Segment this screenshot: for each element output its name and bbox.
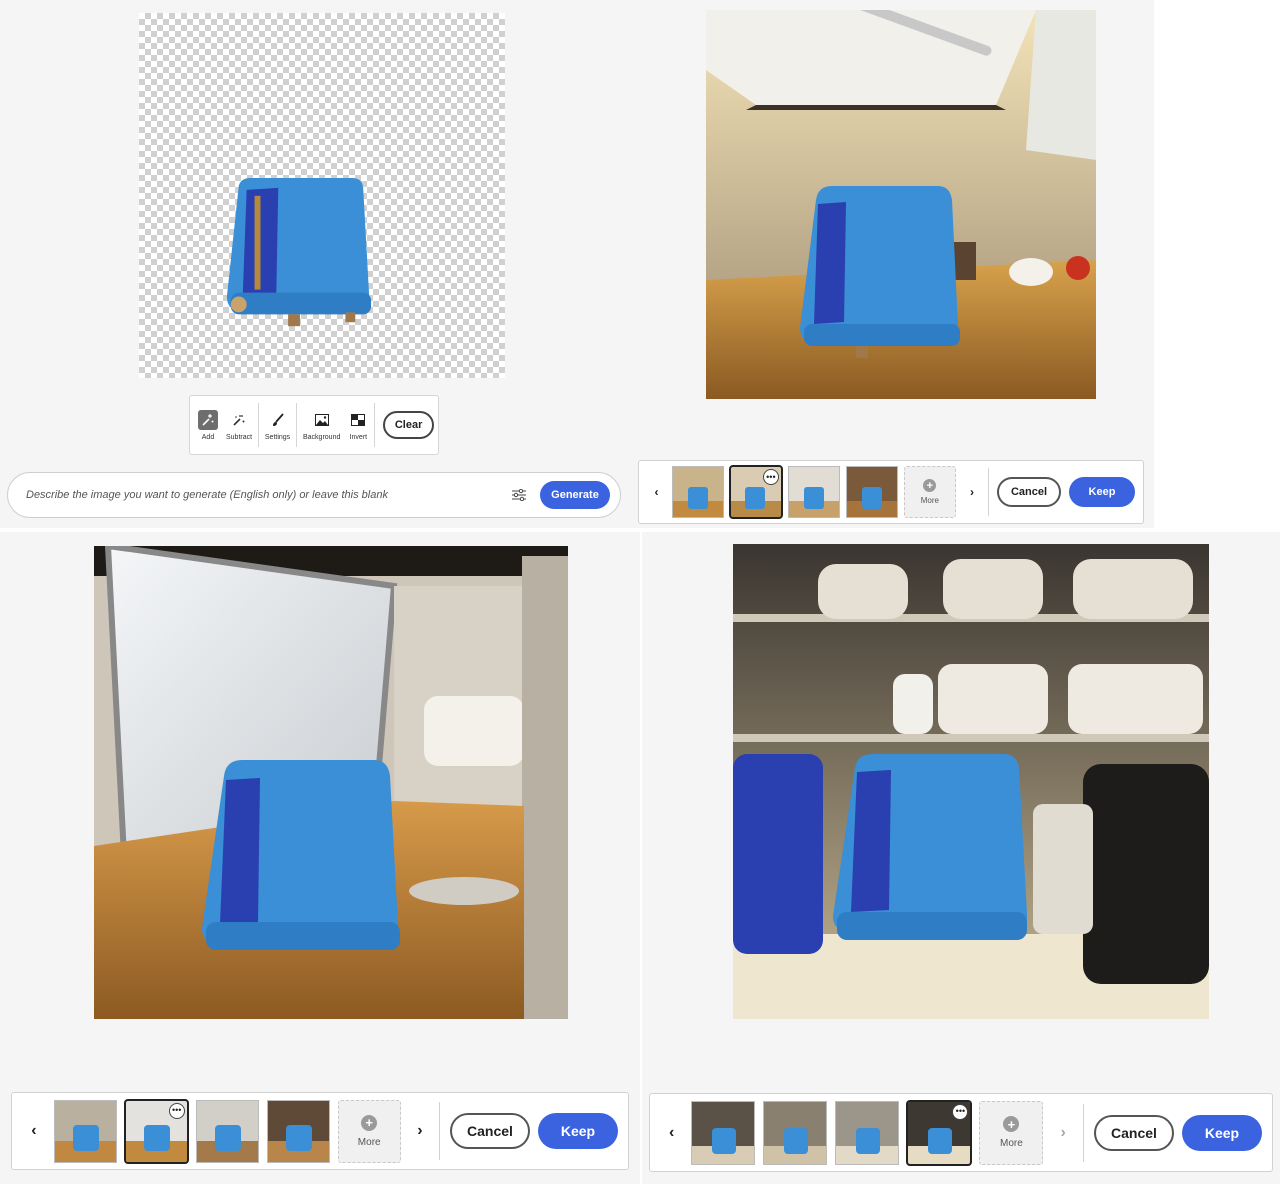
plus-icon: + xyxy=(923,479,937,492)
chevron-right-icon: › xyxy=(417,1122,423,1139)
prev-variation-button[interactable]: ‹ xyxy=(647,472,666,512)
cancel-button[interactable]: Cancel xyxy=(1094,1114,1174,1151)
more-label: More xyxy=(357,1136,381,1148)
tool-background-label: Background xyxy=(303,433,341,441)
variation-thumb-selected[interactable]: ••• xyxy=(728,465,783,519)
tool-add[interactable]: Add xyxy=(194,399,222,451)
variation-thumb-selected[interactable]: ••• xyxy=(906,1099,973,1166)
store-result-panel: ‹ ••• + More › Cancel Keep xyxy=(642,532,1280,1184)
camper-result-panel: ‹ ••• + More › Cancel Keep xyxy=(0,532,640,1184)
variation-thumb[interactable] xyxy=(53,1099,117,1163)
keep-button[interactable]: Keep xyxy=(1069,477,1135,507)
prompt-bar: Generate xyxy=(7,472,621,518)
generated-image-camper xyxy=(94,546,568,1019)
generated-image-store xyxy=(733,544,1209,1019)
variation-thumb[interactable] xyxy=(691,1100,756,1165)
more-label: More xyxy=(1000,1138,1023,1149)
more-options-icon[interactable]: ••• xyxy=(168,1102,185,1119)
next-variation-button[interactable]: › xyxy=(401,1107,439,1155)
variation-thumb[interactable] xyxy=(195,1099,259,1163)
variation-thumb[interactable] xyxy=(787,466,840,518)
tool-invert-label: Invert xyxy=(349,433,368,441)
add-selection-icon xyxy=(198,409,218,430)
plus-icon: + xyxy=(1003,1116,1020,1132)
toaster-cutout-image xyxy=(219,175,377,345)
sliders-icon[interactable] xyxy=(508,484,530,506)
bar-divider xyxy=(1083,1103,1084,1162)
variation-selector-bar: ‹ ••• + More › Cancel Keep xyxy=(11,1092,629,1170)
kitchen-result-panel: ‹ ••• + More › Cancel Keep xyxy=(628,0,1154,528)
variation-selector-bar: ‹ ••• + More › Cancel Keep xyxy=(638,460,1144,524)
tool-invert[interactable]: Invert xyxy=(344,399,372,451)
variation-selector-bar: ‹ ••• + More › Cancel Keep xyxy=(649,1093,1273,1172)
next-variation-button[interactable]: › xyxy=(956,472,988,512)
variation-thumb[interactable] xyxy=(835,1100,900,1165)
prompt-input[interactable] xyxy=(26,489,508,501)
subtract-selection-icon xyxy=(229,410,249,430)
chevron-right-icon: › xyxy=(969,485,974,499)
generated-image-kitchen xyxy=(706,10,1096,399)
variation-thumb[interactable] xyxy=(763,1100,828,1165)
tool-settings-label: Settings xyxy=(264,433,291,441)
tool-settings[interactable]: Settings xyxy=(261,399,294,451)
selection-tool-palette: Add Subtract Settings Background Invert … xyxy=(189,395,439,455)
more-variations-button[interactable]: + More xyxy=(337,1099,401,1163)
more-variations-button[interactable]: + More xyxy=(903,466,956,518)
more-variations-button[interactable]: + More xyxy=(979,1100,1044,1165)
tool-divider xyxy=(374,403,376,447)
chevron-left-icon: ‹ xyxy=(669,1123,675,1141)
variation-thumb-selected[interactable]: ••• xyxy=(123,1098,189,1164)
cancel-button[interactable]: Cancel xyxy=(450,1113,530,1149)
generate-button[interactable]: Generate xyxy=(540,481,610,509)
bar-divider xyxy=(439,1102,440,1160)
prev-variation-button[interactable]: ‹ xyxy=(660,1109,683,1157)
tool-subtract[interactable]: Subtract xyxy=(222,399,256,451)
chevron-right-icon: › xyxy=(1060,1123,1066,1141)
chevron-left-icon: ‹ xyxy=(31,1122,37,1139)
tool-subtract-label: Subtract xyxy=(226,433,253,441)
transparent-canvas xyxy=(139,13,505,378)
more-options-icon[interactable]: ••• xyxy=(952,1103,969,1120)
bar-divider xyxy=(988,468,989,516)
tool-divider xyxy=(258,403,259,447)
chevron-left-icon: ‹ xyxy=(654,485,659,499)
clear-button[interactable]: Clear xyxy=(383,411,435,439)
tool-divider xyxy=(296,403,297,447)
brush-icon xyxy=(268,410,288,430)
cutout-panel: Add Subtract Settings Background Invert … xyxy=(0,0,628,528)
variation-thumb[interactable] xyxy=(266,1099,330,1163)
keep-button[interactable]: Keep xyxy=(538,1113,618,1149)
prev-variation-button[interactable]: ‹ xyxy=(22,1107,46,1155)
variation-thumb[interactable] xyxy=(845,466,898,518)
image-icon xyxy=(312,410,332,430)
plus-icon: + xyxy=(361,1114,378,1131)
tool-add-label: Add xyxy=(201,433,215,441)
keep-button[interactable]: Keep xyxy=(1182,1114,1262,1151)
next-variation-button[interactable]: › xyxy=(1043,1109,1083,1157)
tool-background[interactable]: Background xyxy=(299,399,344,451)
more-label: More xyxy=(920,496,939,505)
variation-thumb[interactable] xyxy=(671,466,724,518)
cancel-button[interactable]: Cancel xyxy=(997,477,1061,507)
more-options-icon[interactable]: ••• xyxy=(762,469,779,485)
invert-icon xyxy=(348,410,368,430)
